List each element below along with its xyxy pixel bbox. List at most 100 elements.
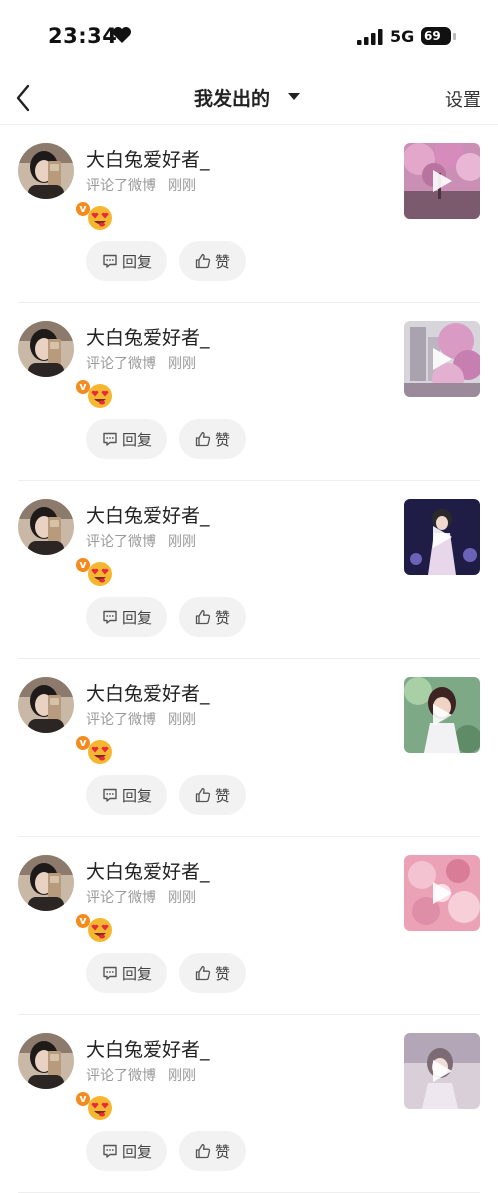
play-icon (433, 348, 452, 370)
page-title[interactable]: 我发出的 (194, 84, 270, 111)
reply-label: 回复 (122, 1143, 153, 1161)
status-time: 23:34 (48, 24, 118, 48)
action-text: 评论了微博 (86, 1068, 156, 1084)
video-thumbnail[interactable] (404, 499, 480, 575)
signal-icon (357, 29, 383, 45)
battery-icon: 69 (421, 27, 451, 45)
comment-meta: 评论了微博 刚刚 (86, 531, 196, 551)
play-icon (433, 526, 452, 548)
timestamp: 刚刚 (168, 356, 196, 372)
avatar-image (18, 1033, 74, 1089)
timestamp: 刚刚 (168, 1068, 196, 1084)
username[interactable]: 大白兔爱好者_ (86, 1035, 210, 1062)
heart-eyes-emoji-icon (88, 740, 112, 764)
reply-label: 回复 (122, 431, 153, 449)
heart-eyes-emoji-icon (88, 384, 112, 408)
reply-button[interactable]: 回复 (86, 1131, 167, 1171)
username[interactable]: 大白兔爱好者_ (86, 323, 210, 350)
avatar[interactable]: v (18, 143, 92, 218)
reply-button[interactable]: 回复 (86, 597, 167, 637)
action-text: 评论了微博 (86, 534, 156, 550)
comment-icon (103, 1144, 117, 1158)
like-button[interactable]: 赞 (179, 597, 246, 637)
play-icon (433, 170, 452, 192)
list-item[interactable]: v 大白兔爱好者_ 评论了微博 刚刚 回复 赞 (0, 481, 498, 659)
comment-meta: 评论了微博 刚刚 (86, 1065, 196, 1085)
like-button[interactable]: 赞 (179, 241, 246, 281)
heart-eyes-emoji-icon (88, 562, 112, 586)
like-button[interactable]: 赞 (179, 419, 246, 459)
thumbs-up-icon (195, 431, 211, 447)
reply-label: 回复 (122, 253, 153, 271)
play-icon (433, 704, 452, 726)
play-icon (433, 1060, 452, 1082)
thumbs-up-icon (195, 1143, 211, 1159)
username[interactable]: 大白兔爱好者_ (86, 679, 210, 706)
comment-meta: 评论了微博 刚刚 (86, 887, 196, 907)
reply-button[interactable]: 回复 (86, 241, 167, 281)
settings-link[interactable]: 设置 (445, 86, 481, 112)
like-label: 赞 (215, 431, 231, 449)
thumbs-up-icon (195, 965, 211, 981)
like-label: 赞 (215, 965, 231, 983)
avatar[interactable]: v (18, 855, 92, 930)
like-label: 赞 (215, 609, 231, 627)
video-thumbnail[interactable] (404, 321, 480, 397)
video-thumbnail[interactable] (404, 143, 480, 219)
action-text: 评论了微博 (86, 178, 156, 194)
network-type: 5G (390, 27, 415, 46)
reply-button[interactable]: 回复 (86, 419, 167, 459)
avatar[interactable]: v (18, 321, 92, 396)
timestamp: 刚刚 (168, 534, 196, 550)
heart-eyes-emoji-icon (88, 918, 112, 942)
back-chevron-icon[interactable] (12, 82, 38, 114)
avatar-image (18, 321, 74, 377)
video-thumbnail[interactable] (404, 677, 480, 753)
reply-label: 回复 (122, 787, 153, 805)
like-button[interactable]: 赞 (179, 775, 246, 815)
comment-meta: 评论了微博 刚刚 (86, 353, 196, 373)
like-button[interactable]: 赞 (179, 953, 246, 993)
timestamp: 刚刚 (168, 178, 196, 194)
thumbs-up-icon (195, 787, 211, 803)
reply-label: 回复 (122, 965, 153, 983)
username[interactable]: 大白兔爱好者_ (86, 857, 210, 884)
comment-icon (103, 610, 117, 624)
comment-icon (103, 788, 117, 802)
reply-button[interactable]: 回复 (86, 953, 167, 993)
list-item[interactable]: v 大白兔爱好者_ 评论了微博 刚刚 回复 赞 (0, 1015, 498, 1193)
timestamp: 刚刚 (168, 890, 196, 906)
like-label: 赞 (215, 1143, 231, 1161)
like-label: 赞 (215, 787, 231, 805)
list-item[interactable]: v 大白兔爱好者_ 评论了微博 刚刚 回复 赞 (0, 303, 498, 481)
video-thumbnail[interactable] (404, 855, 480, 931)
list-item[interactable]: v 大白兔爱好者_ 评论了微博 刚刚 回复 赞 (0, 837, 498, 1015)
action-text: 评论了微博 (86, 712, 156, 728)
like-label: 赞 (215, 253, 231, 271)
comment-icon (103, 966, 117, 980)
like-button[interactable]: 赞 (179, 1131, 246, 1171)
comment-icon (103, 432, 117, 446)
nav-bar: 我发出的 设置 (0, 72, 498, 125)
avatar[interactable]: v (18, 677, 92, 752)
reply-button[interactable]: 回复 (86, 775, 167, 815)
username[interactable]: 大白兔爱好者_ (86, 501, 210, 528)
avatar-image (18, 499, 74, 555)
heart-icon (113, 27, 131, 43)
heart-eyes-emoji-icon (88, 206, 112, 230)
status-bar: 23:34 5G 69 (0, 0, 498, 72)
avatar[interactable]: v (18, 1033, 92, 1108)
comment-meta: 评论了微博 刚刚 (86, 175, 196, 195)
heart-eyes-emoji-icon (88, 1096, 112, 1120)
list-item[interactable]: v 大白兔爱好者_ 评论了微博 刚刚 回复 赞 (0, 659, 498, 837)
action-text: 评论了微博 (86, 356, 156, 372)
avatar[interactable]: v (18, 499, 92, 574)
avatar-image (18, 143, 74, 199)
avatar-image (18, 677, 74, 733)
video-thumbnail[interactable] (404, 1033, 480, 1109)
list-item[interactable]: v 大白兔爱好者_ 评论了微博 刚刚 回复 赞 (0, 125, 498, 303)
username[interactable]: 大白兔爱好者_ (86, 145, 210, 172)
battery-cap (453, 33, 456, 40)
thumbs-up-icon (195, 253, 211, 269)
caret-down-icon[interactable] (288, 93, 300, 101)
